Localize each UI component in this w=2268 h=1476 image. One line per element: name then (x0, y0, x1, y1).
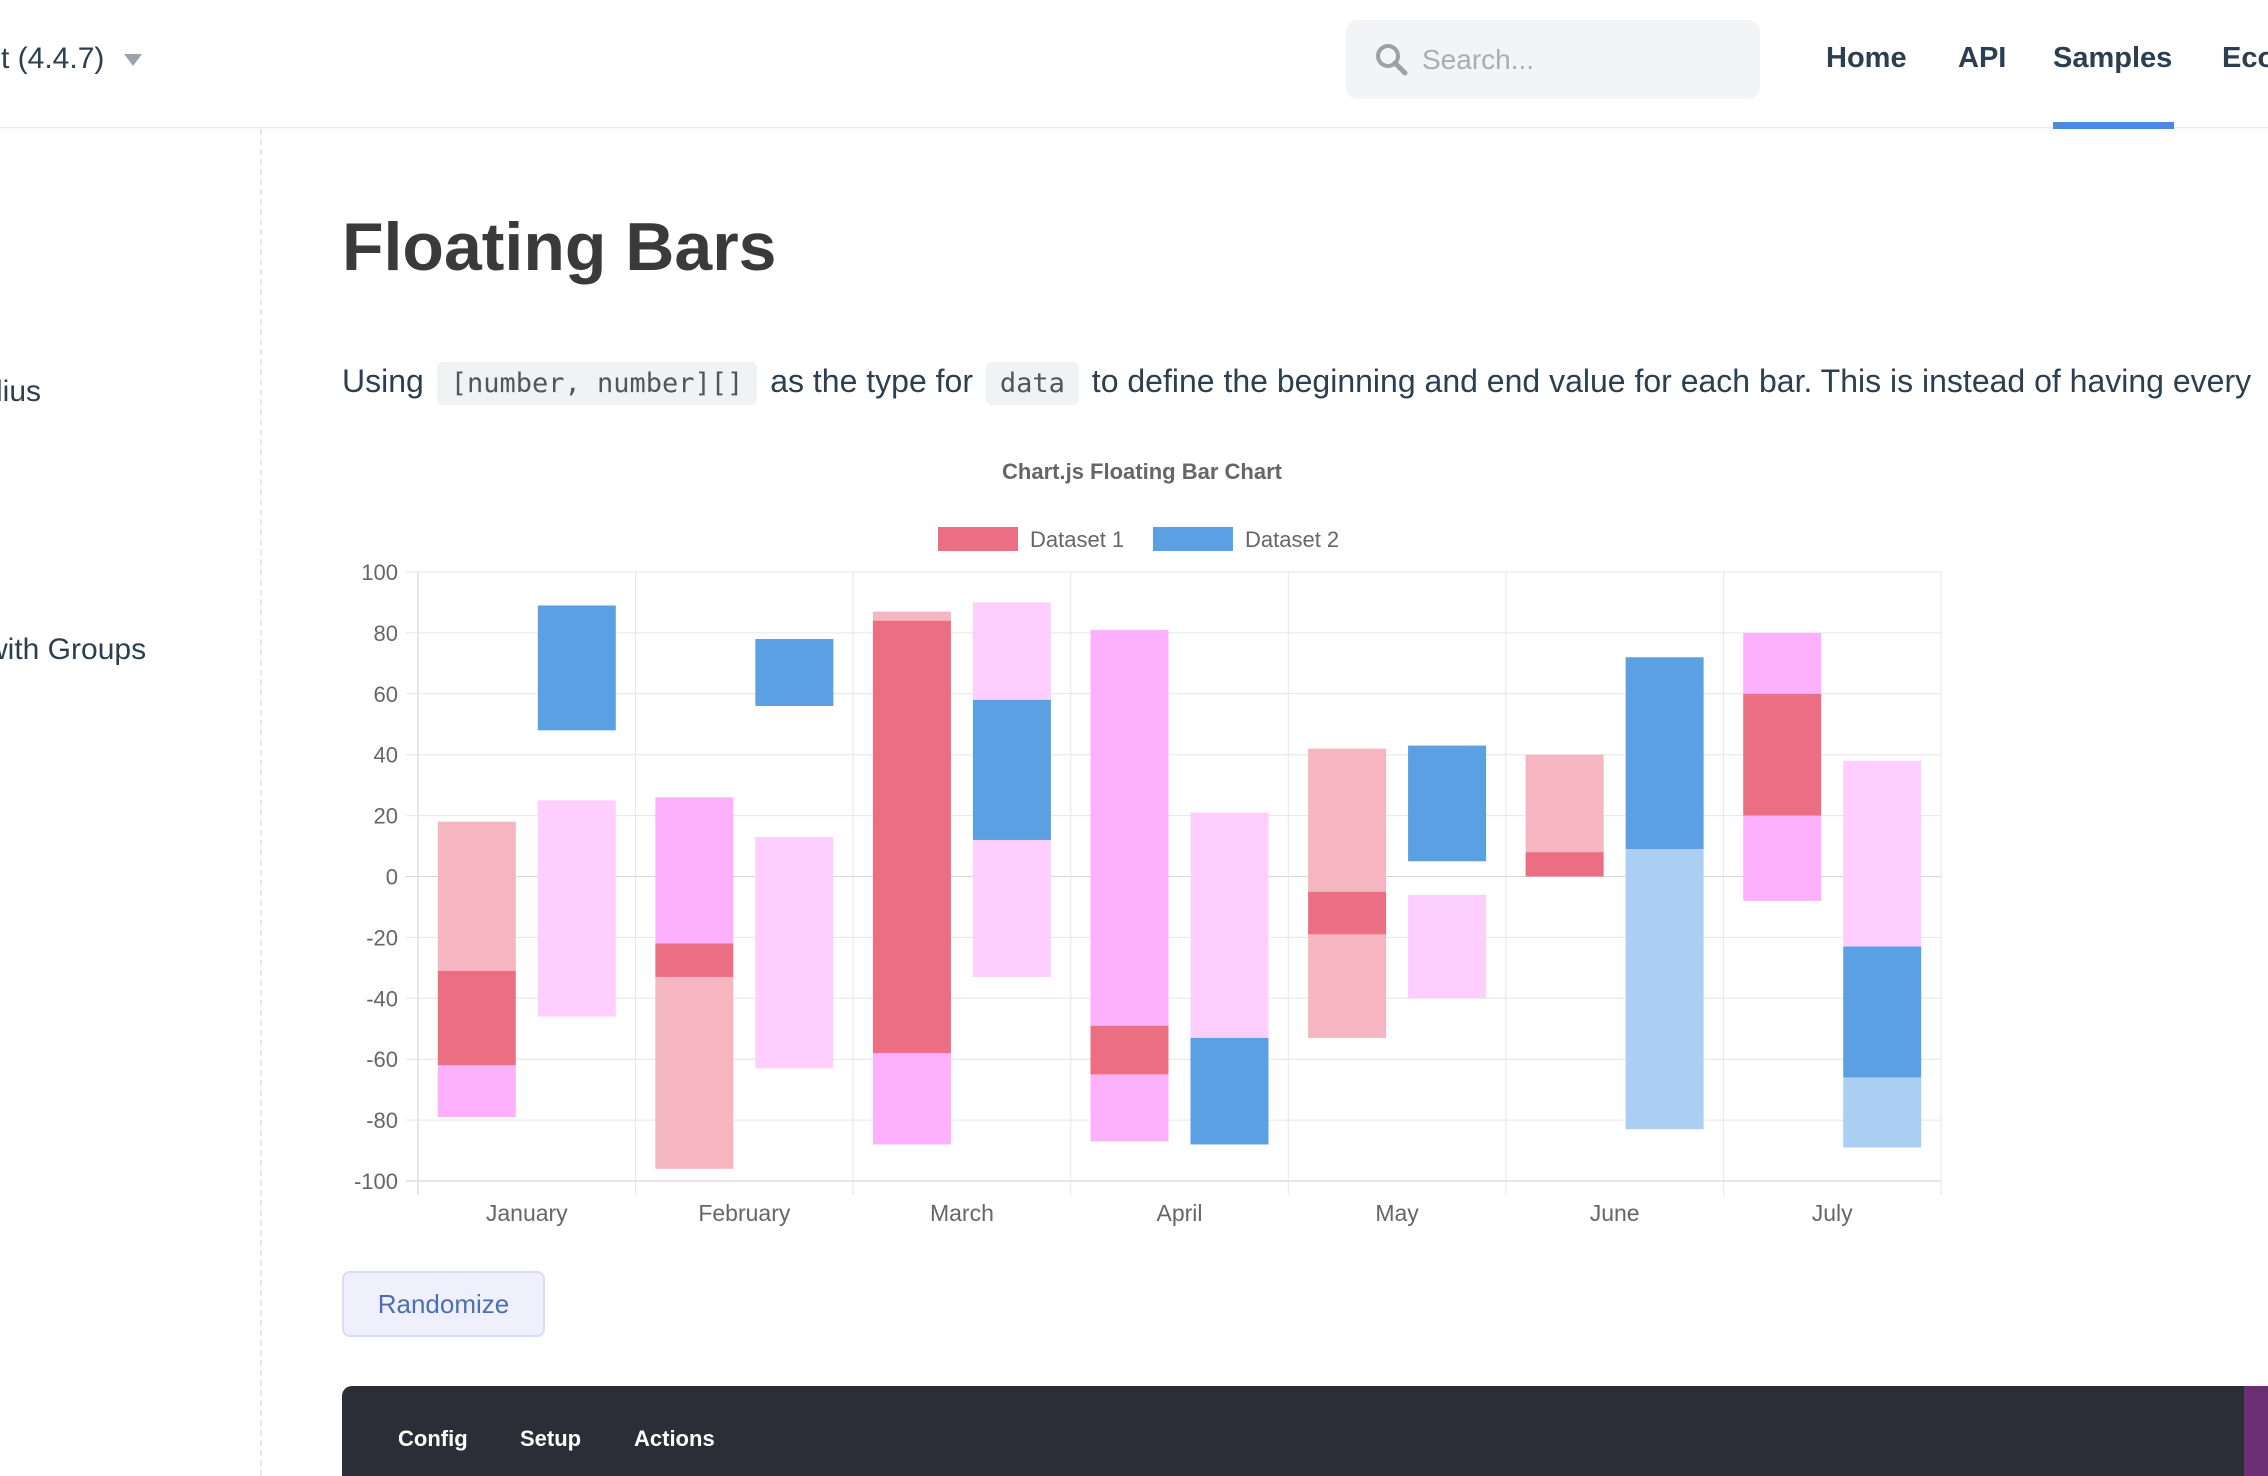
sidebar: s dius t with Groups (0, 129, 262, 1476)
bar-background (1090, 1074, 1169, 1142)
randomize-button[interactable]: Randomize (342, 1271, 545, 1337)
y-tick-label: -40 (366, 986, 398, 1011)
bar-background (1625, 849, 1704, 1130)
nav-link-home[interactable]: Home (1826, 42, 1907, 75)
bar-background (437, 1065, 516, 1118)
y-tick-label: 60 (374, 682, 398, 707)
bar-background (872, 611, 951, 621)
top-navbar: st (4.4.7) Search... Home API Samples Ec… (0, 0, 2268, 129)
bar-background (437, 821, 516, 971)
legend-swatch (938, 527, 1018, 551)
legend-label: Dataset 1 (1030, 527, 1124, 552)
bar-background (1308, 748, 1387, 892)
bar-2 (1190, 1037, 1269, 1145)
bar-2 (755, 638, 834, 706)
bar-1 (1090, 1025, 1169, 1075)
x-tick-label: March (930, 1200, 994, 1226)
tab-setup[interactable]: Setup (520, 1426, 581, 1452)
x-tick-label: May (1375, 1200, 1419, 1226)
bar-1 (437, 970, 516, 1066)
y-tick-label: 80 (374, 621, 398, 646)
active-nav-indicator (2053, 122, 2174, 129)
y-tick-label: -80 (366, 1108, 398, 1133)
bar-2 (1625, 657, 1704, 850)
page-title: Floating Bars (342, 209, 777, 285)
bar-background (1843, 760, 1922, 947)
y-tick-label: -20 (366, 925, 398, 950)
search-icon (1376, 44, 1408, 76)
bar-background (1525, 754, 1604, 853)
bar-2 (972, 699, 1051, 840)
bar-background (872, 1053, 951, 1145)
legend-label: Dataset 2 (1245, 527, 1339, 552)
floating-bar-chart: Chart.js Floating Bar Chart Dataset 1 Data… (354, 459, 1942, 1226)
bar-1 (872, 620, 951, 1054)
y-tick-label: 0 (386, 865, 398, 890)
bar-background (1090, 629, 1169, 1026)
bar-background (972, 602, 1051, 700)
y-tick-label: 40 (374, 743, 398, 768)
bar-background (1408, 894, 1487, 999)
bar-background (1743, 632, 1822, 694)
code-snippet-data: data (985, 362, 1079, 405)
legend-swatch (1153, 527, 1233, 551)
desc-text-2: as the type for (770, 363, 973, 399)
bar-2 (537, 605, 616, 731)
chevron-down-icon (124, 54, 143, 67)
search-input[interactable]: Search... (1422, 44, 1534, 76)
bar-background (1843, 1077, 1922, 1148)
tab-actions[interactable]: Actions (634, 1426, 715, 1452)
bar-2 (1408, 745, 1487, 862)
bar-background (972, 839, 1051, 977)
page-description: Using [number, number][] as the type for… (342, 356, 2251, 409)
tab-config[interactable]: Config (398, 1426, 468, 1452)
nav-link-samples[interactable]: Samples (2053, 42, 2172, 75)
code-panel: Config Setup Actions (342, 1386, 2268, 1476)
version-label: st (4.4.7) (0, 42, 105, 75)
x-tick-label: June (1590, 1200, 1640, 1226)
chart-title: Chart.js Floating Bar Chart (1002, 459, 1283, 484)
bar-background (1308, 934, 1387, 1038)
nav-link-ecosystem[interactable]: Eco (2222, 42, 2268, 75)
bar-background (1743, 815, 1822, 901)
sidebar-item-heading[interactable]: s (0, 195, 1, 229)
scrollbar-accent (2244, 1386, 2268, 1476)
bar-background (1190, 812, 1269, 1038)
code-snippet-type: [number, number][] (436, 362, 758, 405)
bar-background (655, 797, 734, 944)
nav-link-api[interactable]: API (1958, 42, 2006, 75)
bar-background (755, 836, 834, 1069)
y-tick-label: -100 (354, 1169, 398, 1194)
desc-text-1: Using (342, 363, 424, 399)
bar-2 (1843, 946, 1922, 1078)
version-selector[interactable]: st (4.4.7) (0, 42, 143, 76)
bar-1 (655, 943, 734, 977)
search-box[interactable]: Search... (1346, 20, 1760, 99)
x-tick-label: January (486, 1200, 568, 1226)
bar-1 (1743, 693, 1822, 816)
y-tick-label: -60 (366, 1047, 398, 1072)
x-tick-label: July (1812, 1200, 1853, 1226)
bar-1 (1525, 852, 1604, 877)
x-tick-label: April (1156, 1200, 1202, 1226)
bar-background (655, 976, 734, 1169)
bar-1 (1308, 891, 1387, 935)
y-tick-label: 100 (361, 560, 398, 585)
bar-background (537, 800, 616, 1017)
sidebar-item-border-radius[interactable]: dius (0, 375, 41, 409)
sidebar-item-with-groups[interactable]: with Groups (0, 633, 146, 667)
y-tick-label: 20 (374, 804, 398, 829)
desc-text-3: to define the beginning and end value fo… (1091, 363, 2252, 399)
x-tick-label: February (698, 1200, 791, 1226)
